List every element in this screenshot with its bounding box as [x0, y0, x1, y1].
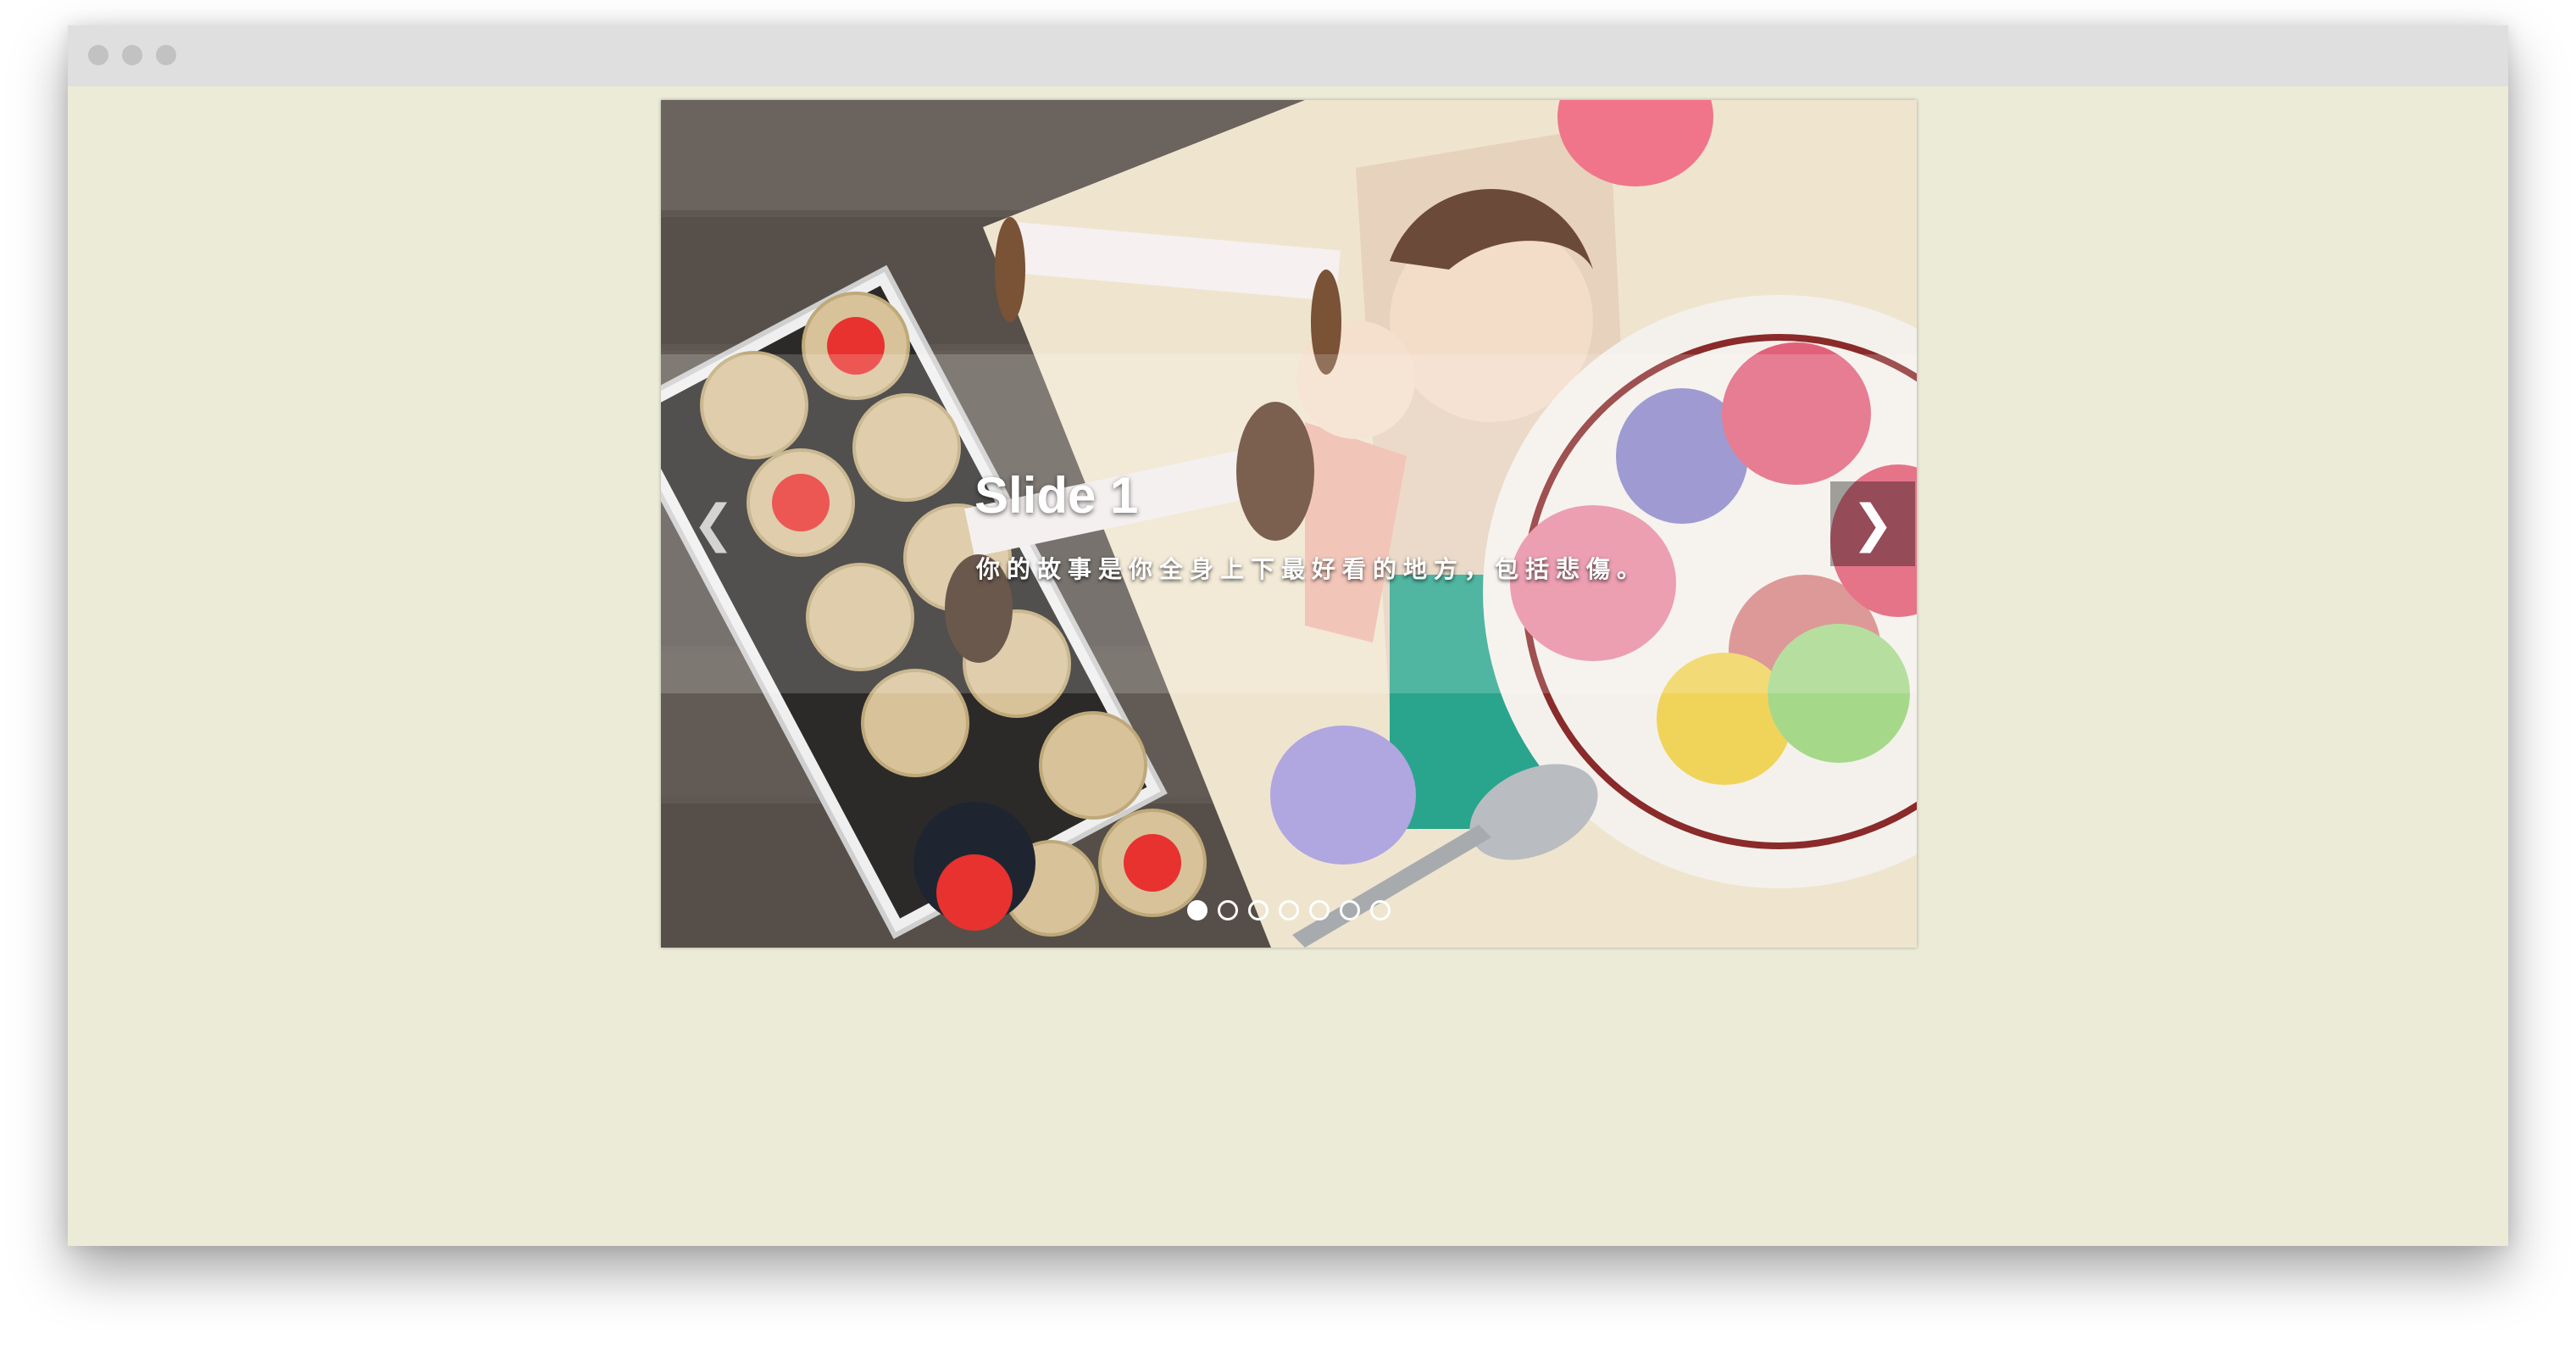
image-slider: Slide 1 你的故事是你全身上下最好看的地方，包括悲傷。 ❮ ❯ — [661, 100, 1917, 948]
minimize-dot-icon[interactable] — [122, 45, 142, 65]
chevron-left-icon: ❮ — [691, 494, 736, 553]
pagination-dot-7[interactable] — [1370, 900, 1391, 920]
pagination-dot-5[interactable] — [1309, 900, 1330, 920]
pagination-dot-2[interactable] — [1218, 900, 1238, 920]
pagination-dot-6[interactable] — [1340, 900, 1360, 920]
close-dot-icon[interactable] — [88, 45, 108, 65]
caption-band — [661, 354, 1917, 693]
chevron-right-icon: ❯ — [1851, 494, 1895, 553]
zoom-dot-icon[interactable] — [156, 45, 176, 65]
next-slide-button[interactable]: ❯ — [1830, 481, 1915, 566]
pagination-dot-1[interactable] — [1187, 900, 1208, 920]
pagination-dot-3[interactable] — [1248, 900, 1269, 920]
window-titlebar — [68, 25, 2508, 86]
prev-slide-button[interactable]: ❮ — [671, 481, 756, 566]
slide-caption-text: 你的故事是你全身上下最好看的地方，包括悲傷。 — [976, 555, 1648, 583]
slide-caption-title: Slide 1 — [974, 467, 1139, 524]
slide-pagination — [661, 900, 1917, 931]
pagination-dot-4[interactable] — [1279, 900, 1299, 920]
browser-window: Slide 1 你的故事是你全身上下最好看的地方，包括悲傷。 ❮ ❯ — [68, 25, 2508, 1246]
